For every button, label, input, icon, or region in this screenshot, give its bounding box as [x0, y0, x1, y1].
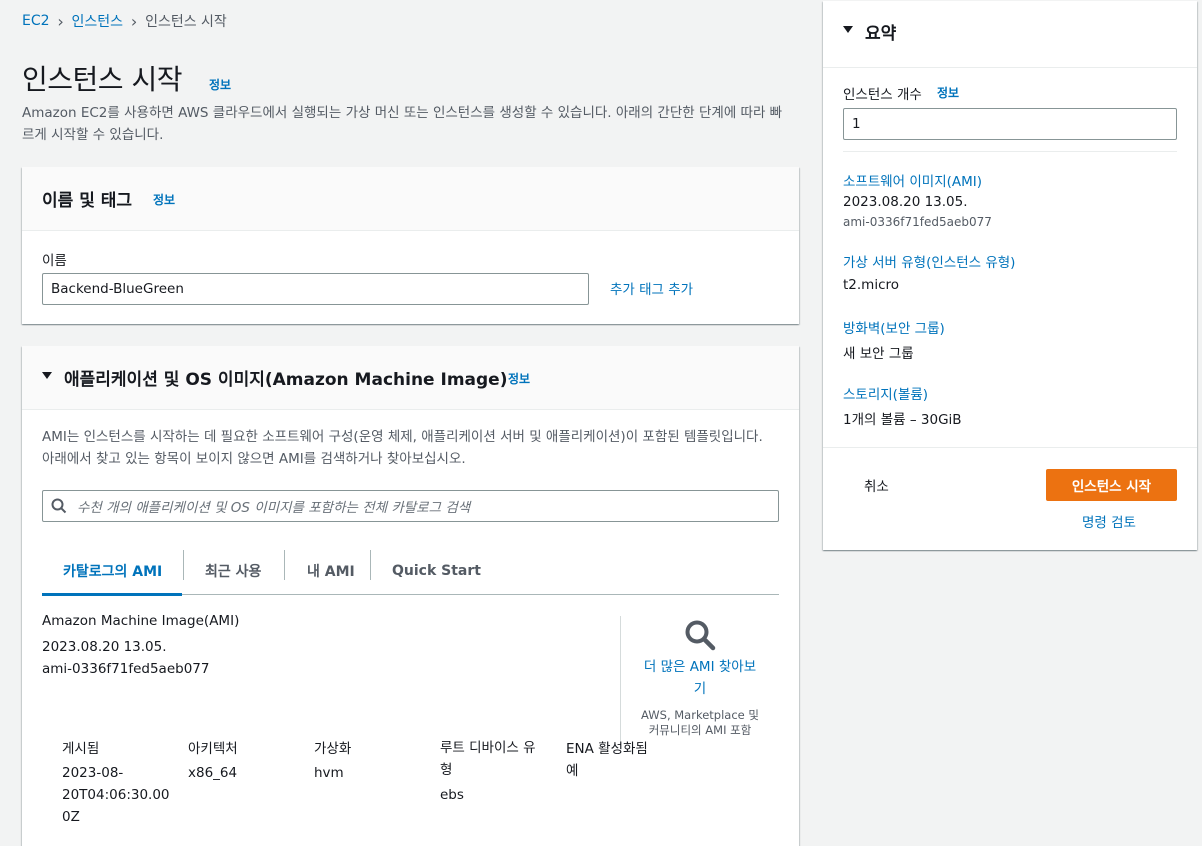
- vertical-divider: [620, 616, 621, 742]
- caret-down-icon[interactable]: [42, 372, 52, 379]
- ami-description: AMI는 인스턴스를 시작하는 데 필요한 소프트웨어 구성(운영 체제, 애플…: [42, 429, 763, 467]
- header-root-device: 루트 디바이스 유 형: [440, 737, 536, 781]
- ami-search-input[interactable]: 수천 개의 애플리케이션 및 OS 이미지를 포함하는 전체 카탈로그 검색: [42, 490, 779, 522]
- browse-more-subtext: AWS, Marketplace 및 커뮤니티의 AMI 포함: [632, 708, 768, 738]
- value-architecture: x86_64: [188, 765, 238, 781]
- summary-ami-name: 2023.08.20 13.05.: [843, 194, 968, 210]
- root-device-header-line2: 형: [440, 762, 453, 778]
- page-title: 인스턴스 시작: [22, 63, 182, 96]
- header-virtualization: 가상화: [314, 741, 352, 757]
- header-ena: ENA 활성화됨: [566, 741, 648, 757]
- ami-tabs: 카탈로그의 AMI 최근 사용 내 AMI Quick Start: [42, 548, 779, 596]
- breadcrumb-instances-link[interactable]: 인스턴스: [72, 11, 124, 31]
- name-label: 이름: [42, 253, 67, 269]
- page-info-link[interactable]: 정보: [209, 76, 231, 93]
- ami-info-link[interactable]: 정보: [508, 370, 530, 387]
- tab-my-ami[interactable]: 내 AMI: [307, 548, 355, 594]
- magnifier-icon[interactable]: [684, 619, 716, 651]
- ami-header: 애플리케이션 및 OS 이미지(Amazon Machine Image) 정보: [22, 346, 799, 410]
- instance-count-label: 인스턴스 개수: [843, 87, 922, 103]
- browse-more-line1: 더 많은 AMI 찾아보: [643, 659, 757, 675]
- name-tags-title: 이름 및 태그: [42, 191, 133, 211]
- name-tags-panel: 이름 및 태그 정보 이름 Backend-BlueGreen 추가 태그 추가: [22, 167, 799, 324]
- published-line2: 20T04:06:30.00: [62, 787, 170, 803]
- header-published: 게시됨: [62, 741, 100, 757]
- name-tags-header: 이름 및 태그 정보: [22, 167, 799, 231]
- breadcrumb-current: 인스턴스 시작: [145, 14, 227, 30]
- tab-separator: [370, 550, 371, 580]
- chevron-right-icon: ›: [130, 11, 138, 31]
- summary-title: 요약: [865, 24, 897, 44]
- summary-firewall-link[interactable]: 방화벽(보안 그룹): [843, 317, 945, 337]
- instance-count-info-link[interactable]: 정보: [937, 84, 959, 101]
- summary-instance-type-link[interactable]: 가상 서버 유형(인스턴스 유형): [843, 251, 1015, 271]
- active-tab-underline: [42, 593, 182, 596]
- search-icon: [51, 498, 67, 514]
- published-line3: 0Z: [62, 809, 80, 825]
- browse-more-line2: 기: [693, 681, 707, 697]
- browse-sub-line1: AWS, Marketplace 및: [641, 708, 759, 722]
- breadcrumb-ec2-link[interactable]: EC2: [22, 13, 50, 29]
- review-commands-button[interactable]: 명령 검토: [1082, 511, 1136, 531]
- header-architecture: 아키텍처: [188, 741, 238, 757]
- name-input[interactable]: Backend-BlueGreen: [42, 273, 589, 305]
- ami-name: 2023.08.20 13.05.: [42, 639, 167, 655]
- tab-separator: [284, 550, 285, 580]
- root-device-header-line1: 루트 디바이스 유: [440, 740, 536, 756]
- summary-ami-id: ami-0336f71fed5aeb077: [843, 215, 992, 229]
- ami-id: ami-0336f71fed5aeb077: [42, 661, 210, 677]
- summary-firewall-value: 새 보안 그룹: [843, 346, 914, 362]
- value-ena: 예: [566, 763, 579, 779]
- summary-panel: 요약 인스턴스 개수 정보 1 소프트웨어 이미지(AMI) 2023.08.2…: [823, 1, 1197, 550]
- summary-footer-divider: [823, 447, 1197, 448]
- cancel-button[interactable]: 취소: [864, 475, 889, 495]
- breadcrumb: EC2 › 인스턴스 › 인스턴스 시작: [22, 11, 227, 31]
- summary-storage-value: 1개의 볼륨 – 30GiB: [843, 412, 962, 428]
- browse-more-ami-link[interactable]: 더 많은 AMI 찾아보 기: [632, 656, 768, 700]
- tab-quick-start[interactable]: Quick Start: [392, 548, 481, 594]
- summary-divider: [843, 151, 1177, 152]
- instance-count-input[interactable]: 1: [843, 108, 1177, 140]
- caret-down-icon[interactable]: [843, 26, 853, 33]
- value-published: 2023-08- 20T04:06:30.00 0Z: [62, 762, 170, 828]
- value-virtualization: hvm: [314, 765, 344, 781]
- tab-separator: [183, 550, 184, 580]
- ami-label: Amazon Machine Image(AMI): [42, 613, 240, 629]
- chevron-right-icon: ›: [57, 11, 64, 31]
- summary-storage-link[interactable]: 스토리지(볼륨): [843, 383, 928, 403]
- summary-instance-type: t2.micro: [843, 277, 900, 293]
- tab-recent[interactable]: 최근 사용: [205, 548, 261, 594]
- add-tags-link[interactable]: 추가 태그 추가: [610, 278, 693, 298]
- name-tags-info-link[interactable]: 정보: [153, 191, 175, 208]
- summary-ami-link[interactable]: 소프트웨어 이미지(AMI): [843, 170, 982, 190]
- published-line1: 2023-08-: [62, 765, 124, 781]
- summary-header: 요약: [823, 1, 1197, 68]
- browse-sub-line2: 커뮤니티의 AMI 포함: [648, 723, 752, 737]
- value-root-device: ebs: [440, 787, 464, 803]
- tab-catalog-ami[interactable]: 카탈로그의 AMI: [63, 548, 162, 594]
- ami-title: 애플리케이션 및 OS 이미지(Amazon Machine Image): [64, 370, 508, 390]
- page-description: Amazon EC2를 사용하면 AWS 클라우드에서 실행되는 가상 머신 또…: [22, 105, 783, 143]
- launch-instance-button[interactable]: 인스턴스 시작: [1046, 469, 1177, 501]
